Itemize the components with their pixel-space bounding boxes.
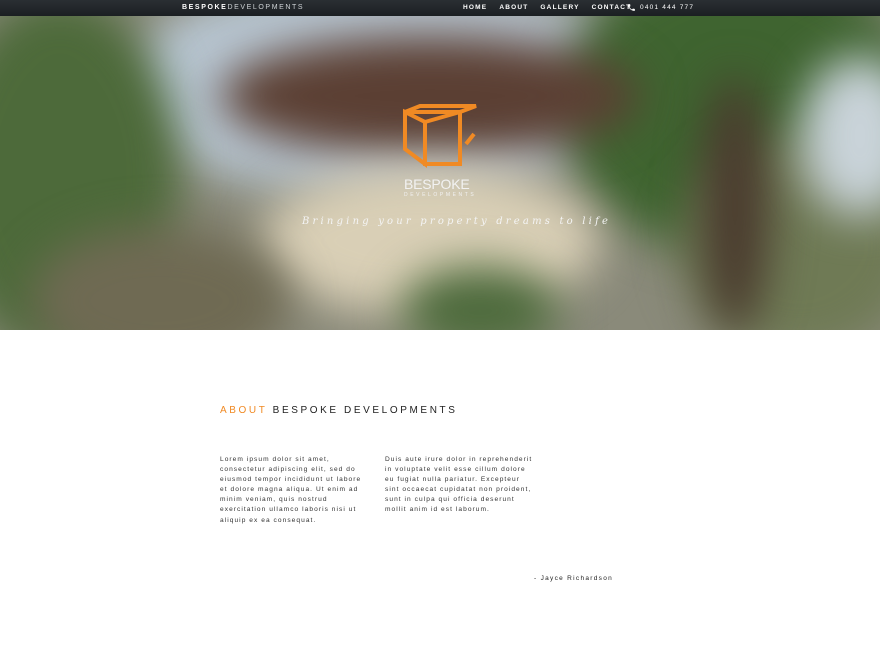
phone-contact[interactable]: 0401 444 777 bbox=[627, 3, 694, 12]
about-text-column-1: Lorem ipsum dolor sit amet, consectetur … bbox=[220, 456, 362, 524]
hero-banner: BESPOKE DEVELOPMENTS Bringing your prope… bbox=[0, 16, 880, 330]
nav-about-link[interactable]: ABOUT bbox=[499, 4, 528, 11]
nav-home-link[interactable]: HOME bbox=[463, 4, 487, 11]
hero-logo-word: BESPOKE bbox=[404, 176, 470, 192]
hero-logo-subtitle: DEVELOPMENTS bbox=[404, 192, 477, 198]
main-nav: HOME ABOUT GALLERY CONTACT bbox=[463, 4, 643, 11]
about-heading: ABOUT BESPOKE DEVELOPMENTS bbox=[220, 405, 458, 416]
phone-number: 0401 444 777 bbox=[640, 4, 695, 11]
hero-bg-trunk bbox=[700, 76, 770, 330]
about-heading-rest: BESPOKE DEVELOPMENTS bbox=[272, 405, 458, 416]
brand-bold: BESPOKE bbox=[182, 4, 228, 11]
brand-logo-text[interactable]: BESPOKEDEVELOPMENTS bbox=[182, 4, 304, 11]
phone-icon bbox=[628, 4, 635, 11]
hero-tagline: Bringing your property dreams to life bbox=[302, 216, 612, 227]
about-text-column-2: Duis aute irure dolor in reprehenderit i… bbox=[385, 456, 533, 514]
about-heading-accent: ABOUT bbox=[220, 405, 268, 416]
nav-gallery-link[interactable]: GALLERY bbox=[540, 4, 579, 11]
brand-light: DEVELOPMENTS bbox=[227, 4, 305, 11]
top-nav-bar: BESPOKEDEVELOPMENTS HOME ABOUT GALLERY C… bbox=[0, 0, 880, 16]
nav-contact-link[interactable]: CONTACT bbox=[592, 4, 632, 11]
about-signature: - Jayce Richardson bbox=[534, 575, 614, 582]
